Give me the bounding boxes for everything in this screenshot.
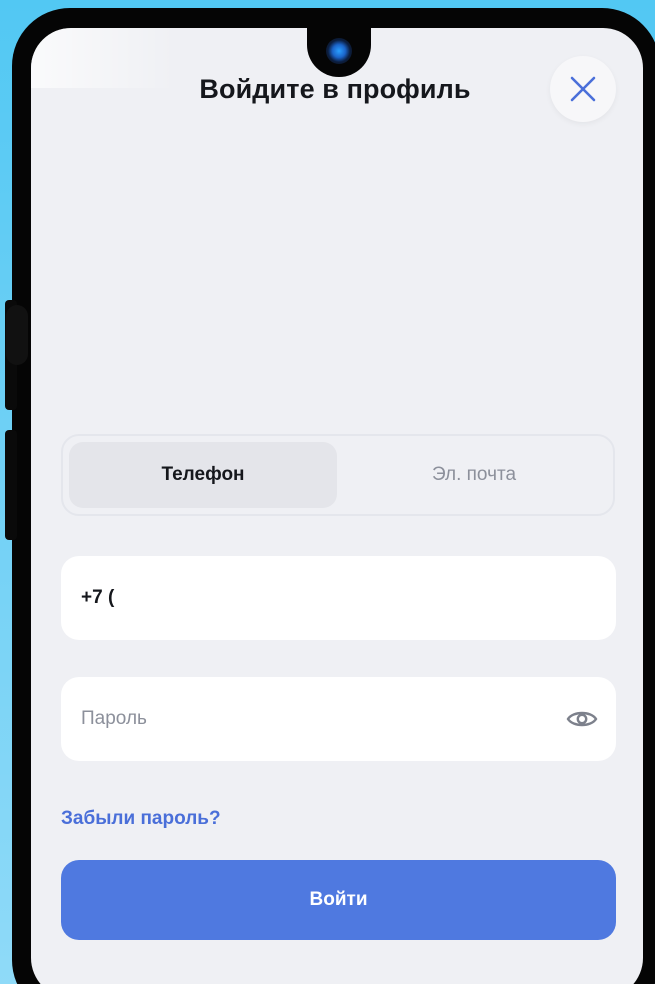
phone-input[interactable]: +7 ( [61, 556, 616, 640]
tab-phone[interactable]: Телефон [69, 442, 337, 508]
side-button [5, 430, 17, 540]
tab-email[interactable]: Эл. почта [339, 442, 609, 508]
password-input[interactable]: Пароль [61, 677, 616, 761]
phone-input-value: +7 ( [81, 587, 115, 608]
eye-icon[interactable] [566, 706, 598, 732]
page-title: Войдите в профиль [199, 74, 471, 104]
login-button[interactable]: Войти [61, 860, 616, 940]
front-camera-icon [326, 38, 352, 64]
side-button [6, 305, 28, 365]
close-button[interactable] [550, 56, 616, 122]
password-placeholder: Пароль [81, 708, 147, 729]
close-icon [570, 76, 596, 102]
screen-glare [31, 28, 176, 88]
auth-method-switch: Телефон Эл. почта [61, 434, 615, 516]
forgot-password-link[interactable]: Забыли пароль? [61, 808, 221, 830]
